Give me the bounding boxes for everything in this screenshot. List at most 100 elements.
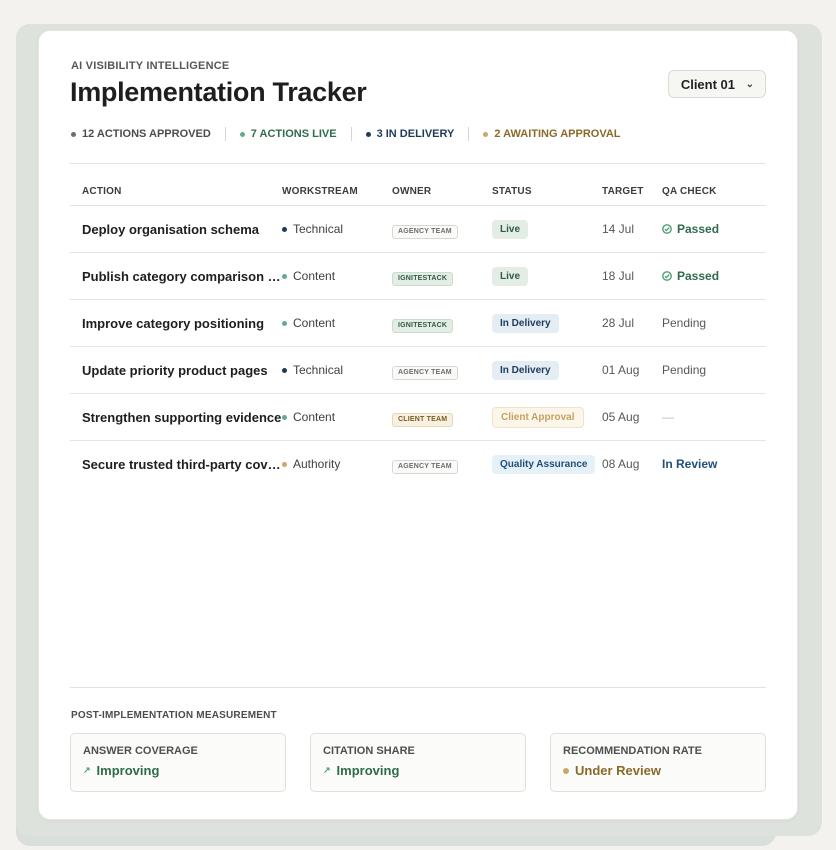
column-header-workstream[interactable]: WORKSTREAM	[282, 186, 392, 197]
check-circle-icon	[662, 271, 672, 281]
owner-badge: IGNITESTACK	[392, 318, 454, 333]
implementation-table: ACTION WORKSTREAM OWNER STATUS TARGET QA…	[70, 177, 766, 487]
workstream: Content	[282, 316, 392, 330]
summary-label: 7 ACTIONS LIVE	[250, 128, 337, 140]
status-badge: In Delivery	[492, 314, 559, 333]
target-date: 01 Aug	[602, 363, 640, 377]
qa-check: —	[662, 410, 766, 424]
workstream-label: Content	[293, 316, 336, 330]
column-header-action[interactable]: ACTION	[70, 186, 282, 197]
metric-label: ANSWER COVERAGE	[83, 745, 198, 757]
metric-answer-coverage[interactable]: ANSWER COVERAGE ↗ Improving	[70, 733, 286, 792]
metric-recommendation-rate[interactable]: RECOMMENDATION RATE Under Review	[550, 733, 766, 792]
status-dot-icon	[71, 131, 76, 137]
action-name: Publish category comparison pa…	[82, 268, 282, 284]
table-row[interactable]: Improve category positioning Content IGN…	[70, 300, 766, 347]
workstream: Authority	[282, 457, 392, 471]
metric-value: ↗ Improving	[83, 763, 273, 778]
workstream-dot-icon	[282, 273, 287, 279]
metric-value-label: Improving	[336, 763, 400, 778]
workstream-label: Authority	[293, 457, 341, 471]
column-header-owner[interactable]: OWNER	[392, 186, 492, 197]
workstream-dot-icon	[282, 320, 287, 326]
owner-badge: AGENCY TEAM	[392, 365, 458, 380]
pending-dot-icon	[563, 767, 569, 774]
action-name: Improve category positioning	[82, 315, 265, 331]
status-badge: Live	[492, 220, 529, 239]
chevron-down-icon: ⌄	[745, 79, 754, 90]
status: Live	[492, 266, 602, 286]
qa-label: Passed	[677, 222, 720, 236]
metric-label: CITATION SHARE	[323, 745, 415, 757]
owner: IGNITESTACK	[392, 267, 492, 286]
qa-check: In Review	[662, 457, 766, 471]
eyebrow-label: AI VISIBILITY INTELLIGENCE	[71, 60, 230, 72]
column-header-status[interactable]: STATUS	[492, 186, 602, 197]
table-row[interactable]: Update priority product pages Technical …	[70, 347, 766, 394]
divider	[468, 127, 470, 141]
target-date: 14 Jul	[602, 222, 635, 236]
workstream-dot-icon	[282, 367, 287, 373]
table-row[interactable]: Strengthen supporting evidence Content C…	[70, 394, 766, 441]
summary-bar: 12 ACTIONS APPROVED 7 ACTIONS LIVE 3 IN …	[71, 127, 621, 141]
table-row[interactable]: Publish category comparison pa… Content …	[70, 253, 766, 300]
owner: AGENCY TEAM	[392, 220, 492, 239]
owner-badge: IGNITESTACK	[392, 271, 454, 286]
check-circle-icon	[662, 224, 672, 234]
table-row[interactable]: Secure trusted third-party cover… Author…	[70, 441, 766, 487]
workstream: Content	[282, 269, 392, 283]
column-header-target[interactable]: TARGET	[602, 186, 662, 197]
status: In Delivery	[492, 313, 602, 333]
action-name: Secure trusted third-party cover…	[82, 456, 282, 472]
workstream-dot-icon	[282, 461, 287, 467]
qa-label: Pending	[662, 316, 707, 330]
status-badge: Quality Assurance	[492, 455, 596, 474]
target-date: 05 Aug	[602, 410, 640, 424]
target-date: 08 Aug	[602, 457, 640, 471]
status-badge: Client Approval	[492, 406, 584, 428]
owner: AGENCY TEAM	[392, 361, 492, 380]
workstream-label: Content	[293, 269, 336, 283]
action-name: Strengthen supporting evidence	[82, 409, 282, 425]
metric-citation-share[interactable]: CITATION SHARE ↗ Improving	[310, 733, 526, 792]
status: Live	[492, 219, 602, 239]
summary-label: 2 AWAITING APPROVAL	[494, 128, 621, 140]
divider	[70, 687, 766, 688]
workstream-dot-icon	[282, 226, 287, 232]
client-selector-label: Client 01	[680, 77, 735, 92]
owner: CLIENT TEAM	[392, 408, 492, 427]
page-title: Implementation Tracker	[70, 77, 367, 107]
summary-label: 12 ACTIONS APPROVED	[82, 128, 211, 140]
table-header: ACTION WORKSTREAM OWNER STATUS TARGET QA…	[70, 177, 766, 206]
status-dot-icon	[365, 131, 371, 137]
qa-label: —	[662, 410, 674, 424]
target-date: 28 Jul	[602, 316, 635, 330]
workstream-dot-icon	[282, 414, 287, 420]
metric-value: ↗ Improving	[323, 763, 513, 778]
client-selector[interactable]: Client 01 ⌄	[667, 70, 766, 98]
status-badge: Live	[492, 267, 529, 286]
status-dot-icon	[483, 131, 489, 137]
owner: AGENCY TEAM	[392, 455, 492, 474]
workstream: Technical	[282, 363, 392, 377]
tracker-card: AI VISIBILITY INTELLIGENCE Implementatio…	[38, 30, 798, 820]
summary-awaiting: 2 AWAITING APPROVAL	[483, 128, 621, 140]
owner-badge: AGENCY TEAM	[392, 459, 458, 474]
column-header-qa-check[interactable]: QA CHECK	[662, 186, 766, 197]
qa-check: Pending	[662, 316, 766, 330]
summary-live: 7 ACTIONS LIVE	[239, 128, 337, 140]
table-row[interactable]: Deploy organisation schema Technical AGE…	[70, 206, 766, 253]
metric-value: Under Review	[563, 763, 753, 778]
action-name: Update priority product pages	[82, 362, 268, 378]
qa-label: Passed	[677, 269, 720, 283]
metric-label: RECOMMENDATION RATE	[563, 745, 702, 757]
summary-label: 3 IN DELIVERY	[376, 128, 455, 140]
workstream: Content	[282, 410, 392, 424]
status-badge: In Delivery	[492, 361, 559, 380]
workstream-label: Technical	[293, 222, 344, 236]
metric-value-label: Improving	[96, 763, 160, 778]
divider	[224, 127, 226, 141]
summary-approved: 12 ACTIONS APPROVED	[71, 128, 211, 140]
qa-check: Passed	[662, 222, 766, 236]
summary-delivery: 3 IN DELIVERY	[365, 128, 455, 140]
